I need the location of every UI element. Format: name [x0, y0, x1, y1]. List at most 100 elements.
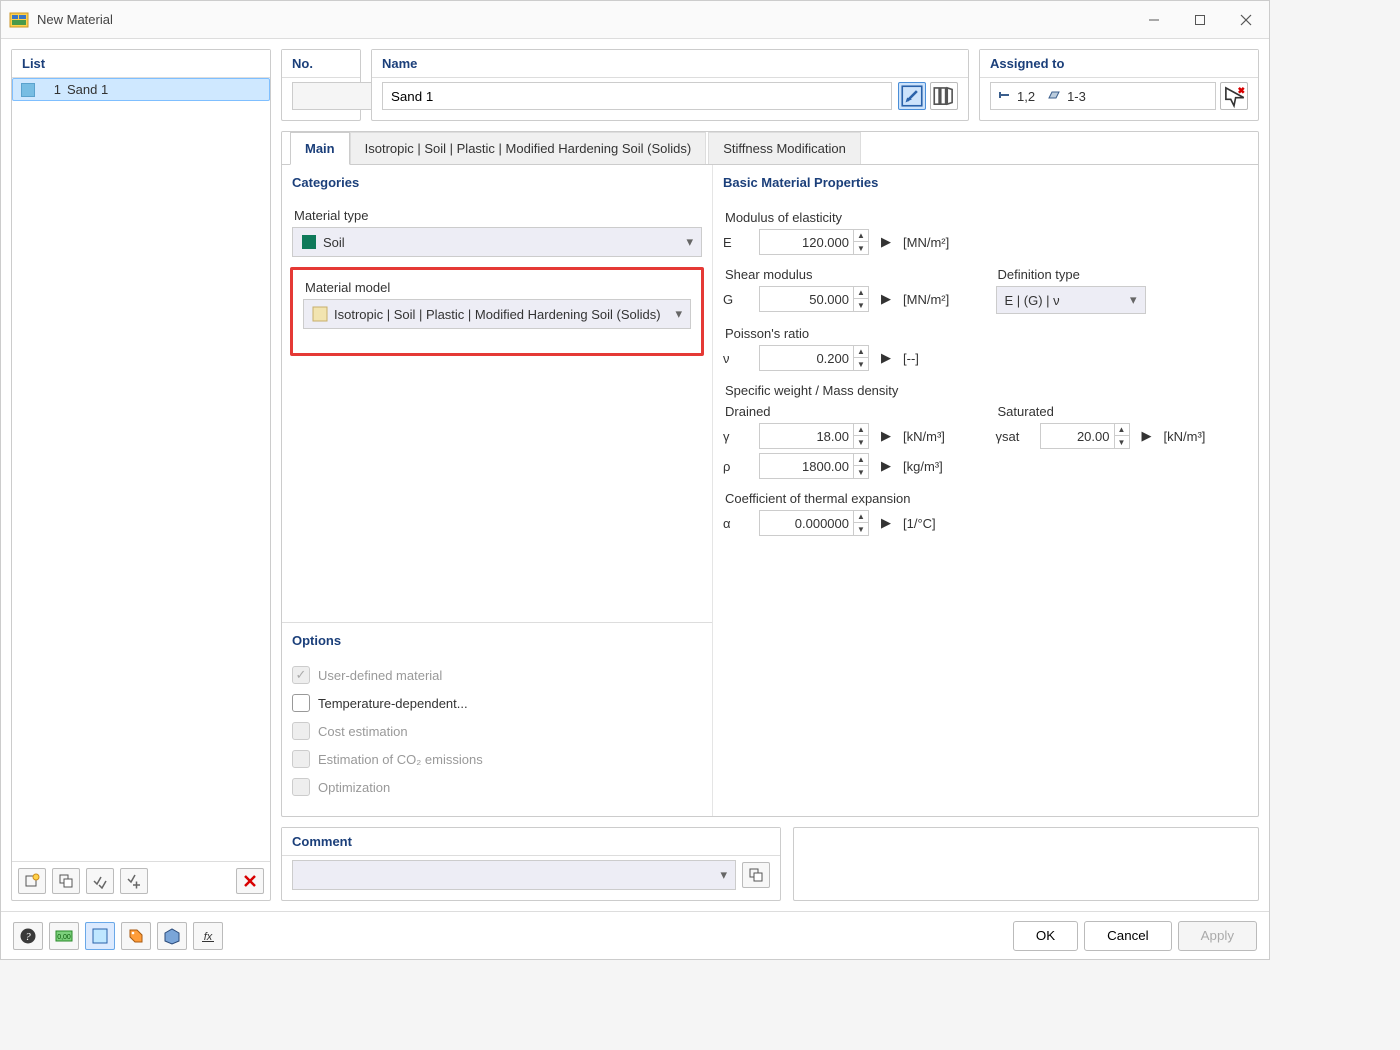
spin-down-icon[interactable]: ▼ [854, 299, 868, 311]
spin-down-icon[interactable]: ▼ [1115, 436, 1129, 448]
go-right-icon[interactable]: ▶ [877, 423, 895, 449]
rho-input[interactable]: 1800.00▲▼ [759, 453, 869, 479]
rho-unit: [kg/m³] [903, 459, 943, 474]
units-button[interactable]: 0,00 [49, 922, 79, 950]
uncheck-all-button[interactable] [120, 868, 148, 894]
list-item-name: Sand 1 [67, 82, 108, 97]
edit-name-button[interactable] [898, 82, 926, 110]
E-input[interactable]: 120.000▲▼ [759, 229, 869, 255]
spin-up-icon[interactable]: ▲ [854, 424, 868, 436]
spin-down-icon[interactable]: ▼ [854, 466, 868, 478]
maximize-button[interactable] [1177, 1, 1223, 39]
assigned-field[interactable]: 1,2 1-3 [990, 82, 1216, 110]
assigned-surfaces: 1-3 [1067, 89, 1086, 104]
material-model-select[interactable]: Isotropic | Soil | Plastic | Modified Ha… [303, 299, 691, 329]
no-panel: No. [281, 49, 361, 121]
go-right-icon[interactable]: ▶ [877, 345, 895, 371]
copy-item-button[interactable] [52, 868, 80, 894]
specific-label: Specific weight / Mass density [725, 383, 1248, 398]
alpha-input[interactable]: 0.000000▲▼ [759, 510, 869, 536]
gamma-input[interactable]: 18.00▲▼ [759, 423, 869, 449]
name-input[interactable] [382, 82, 892, 110]
spin-down-icon[interactable]: ▼ [854, 358, 868, 370]
tab-main[interactable]: Main [290, 132, 350, 165]
spin-down-icon[interactable]: ▼ [854, 436, 868, 448]
list-footer [12, 861, 270, 900]
G-input[interactable]: 50.000▲▼ [759, 286, 869, 312]
close-button[interactable] [1223, 1, 1269, 39]
list-header: List [12, 50, 270, 78]
go-right-icon[interactable]: ▶ [877, 286, 895, 312]
properties-header: Basic Material Properties [723, 165, 1248, 198]
material-type-label: Material type [294, 208, 702, 223]
svg-text:0,00: 0,00 [57, 934, 71, 941]
delete-item-button[interactable] [236, 868, 264, 894]
go-right-icon[interactable]: ▶ [877, 510, 895, 536]
G-symbol: G [723, 292, 751, 307]
app-icon [9, 10, 29, 30]
spin-up-icon[interactable]: ▲ [1115, 424, 1129, 436]
tab-stiffness-modification[interactable]: Stiffness Modification [708, 132, 861, 164]
deftype-select[interactable]: E | (G) | ν ▾ [996, 286, 1146, 314]
label-temp-dependent: Temperature-dependent... [318, 696, 468, 711]
label-co2: Estimation of CO₂ emissions [318, 752, 483, 767]
color-button[interactable] [85, 922, 115, 950]
list-item-index: 1 [41, 82, 61, 97]
tab-bar: Main Isotropic | Soil | Plastic | Modifi… [282, 132, 1258, 165]
preview-panel [793, 827, 1259, 901]
rho-symbol: ρ [723, 459, 751, 474]
material-model-value: Isotropic | Soil | Plastic | Modified Ha… [328, 307, 675, 322]
assigned-panel: Assigned to 1,2 1-3 [979, 49, 1259, 121]
comment-select[interactable]: ▾ [292, 860, 736, 890]
soil-icon [301, 234, 317, 250]
spin-down-icon[interactable]: ▼ [854, 242, 868, 254]
deftype-label: Definition type [998, 267, 1249, 282]
material-type-select[interactable]: Soil ▾ [292, 227, 702, 257]
option-temp-dependent[interactable]: Temperature-dependent... [292, 694, 702, 712]
spin-up-icon[interactable]: ▲ [854, 454, 868, 466]
list-item-sand1[interactable]: 1 Sand 1 [12, 78, 270, 101]
deftype-value: E | (G) | ν [1005, 293, 1060, 308]
go-right-icon[interactable]: ▶ [1138, 423, 1156, 449]
new-item-button[interactable] [18, 868, 46, 894]
tab-material-model[interactable]: Isotropic | Soil | Plastic | Modified Ha… [350, 132, 707, 164]
spin-up-icon[interactable]: ▲ [854, 346, 868, 358]
no-label: No. [282, 50, 360, 78]
E-symbol: E [723, 235, 751, 250]
alpha-unit: [1/°C] [903, 516, 936, 531]
checkbox-temp-dependent[interactable] [292, 694, 310, 712]
spin-down-icon[interactable]: ▼ [854, 523, 868, 535]
gammasat-input[interactable]: 20.00▲▼ [1040, 423, 1130, 449]
rho-row: ρ 1800.00▲▼ ▶ [kg/m³] [723, 453, 976, 479]
assigned-members: 1,2 [1017, 89, 1035, 104]
window-title: New Material [37, 12, 1131, 27]
check-all-button[interactable] [86, 868, 114, 894]
model-icon [312, 306, 328, 322]
gammasat-symbol: γsat [996, 429, 1032, 444]
go-right-icon[interactable]: ▶ [877, 229, 895, 255]
chevron-down-icon: ▾ [675, 306, 682, 322]
copy-comment-button[interactable] [742, 862, 770, 888]
header-row: No. Name Assigned to [281, 49, 1259, 121]
checkbox-co2 [292, 750, 310, 768]
spin-up-icon[interactable]: ▲ [854, 230, 868, 242]
spin-up-icon[interactable]: ▲ [854, 287, 868, 299]
nu-symbol: ν [723, 351, 751, 366]
function-button[interactable]: fx [193, 922, 223, 950]
content-area: List 1 Sand 1 No. [1, 39, 1269, 911]
minimize-button[interactable] [1131, 1, 1177, 39]
cancel-button[interactable]: Cancel [1084, 921, 1172, 951]
ok-button[interactable]: OK [1013, 921, 1078, 951]
view-button[interactable] [157, 922, 187, 950]
right-column: No. Name Assigned to [281, 49, 1259, 901]
library-button[interactable] [930, 82, 958, 110]
nu-input[interactable]: 0.200▲▼ [759, 345, 869, 371]
spin-up-icon[interactable]: ▲ [854, 511, 868, 523]
help-button[interactable]: ? [13, 922, 43, 950]
pick-assigned-button[interactable] [1220, 82, 1248, 110]
tag-button[interactable] [121, 922, 151, 950]
checkbox-user-defined [292, 666, 310, 684]
name-panel: Name [371, 49, 969, 121]
E-unit: [MN/m²] [903, 235, 949, 250]
go-right-icon[interactable]: ▶ [877, 453, 895, 479]
